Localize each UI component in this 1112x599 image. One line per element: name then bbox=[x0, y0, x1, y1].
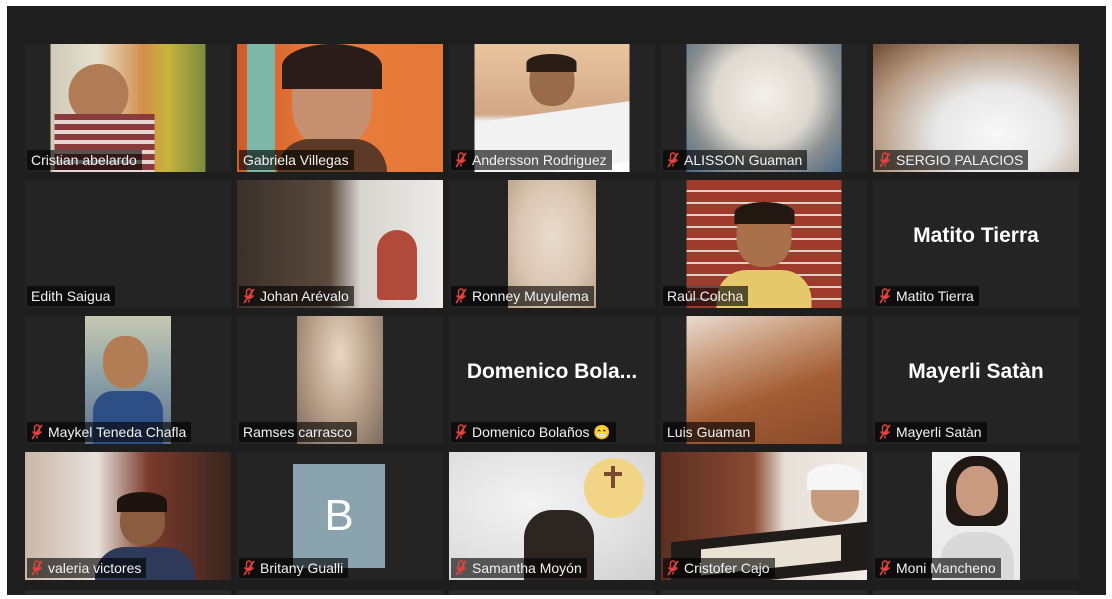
participant-name: Moni Mancheno bbox=[896, 560, 996, 576]
participant-tile[interactable]: Moni Mancheno bbox=[873, 452, 1079, 580]
participant-name: Maykel Teneda Chafla bbox=[48, 424, 187, 440]
participant-name: Britany Gualli bbox=[260, 560, 344, 576]
participant-name: Domenico Bolaños 😁 bbox=[472, 424, 611, 440]
mic-muted-icon bbox=[243, 560, 255, 576]
participant-name: Cristian abelardo bbox=[31, 152, 137, 168]
participant-tile[interactable]: Edith Saigua bbox=[25, 180, 231, 308]
mic-muted-icon bbox=[879, 288, 891, 304]
participant-tile[interactable]: Mayerli Satàn Mayerli Satàn bbox=[873, 316, 1079, 444]
name-label: SERGIO PALACIOS bbox=[875, 150, 1029, 170]
participant-name: Ronney Muyulema bbox=[472, 288, 589, 304]
next-row-strip bbox=[25, 590, 1085, 595]
avatar: B bbox=[293, 464, 385, 568]
name-label: Matito Tierra bbox=[875, 286, 979, 306]
participant-tile[interactable]: Matito Tierra Matito Tierra bbox=[873, 180, 1079, 308]
participant-tile-active-speaker[interactable]: Gabriela Villegas bbox=[237, 44, 443, 172]
name-label: Samantha Moyón bbox=[451, 558, 587, 578]
participant-tile[interactable]: Johan Arévalo bbox=[237, 180, 443, 308]
name-label: Domenico Bolaños 😁 bbox=[451, 422, 616, 442]
mic-muted-icon bbox=[243, 288, 255, 304]
participant-tile[interactable]: Ramses carrasco bbox=[237, 316, 443, 444]
participant-tile[interactable]: SERGIO PALACIOS bbox=[873, 44, 1079, 172]
participant-name: Luis Guaman bbox=[667, 424, 751, 440]
participant-name: Johan Arévalo bbox=[260, 288, 349, 304]
name-label: Ramses carrasco bbox=[239, 422, 357, 442]
mic-muted-icon bbox=[879, 560, 891, 576]
gallery-grid: Cristian abelardo Gabriela Villegas Ande… bbox=[25, 44, 1079, 580]
participant-name: Raúl Colcha bbox=[667, 288, 744, 304]
name-label: Edith Saigua bbox=[27, 286, 116, 306]
participant-tile[interactable]: Andersson Rodriguez bbox=[449, 44, 655, 172]
participant-tile[interactable]: Cristian abelardo bbox=[25, 44, 231, 172]
name-label: Cristian abelardo bbox=[27, 150, 142, 170]
mic-muted-icon bbox=[455, 288, 467, 304]
name-label: Cristofer Cajo bbox=[663, 558, 775, 578]
participant-tile[interactable]: Ronney Muyulema bbox=[449, 180, 655, 308]
name-label: Gabriela Villegas bbox=[239, 150, 354, 170]
participant-tile[interactable]: Cristofer Cajo bbox=[661, 452, 867, 580]
participant-name: Cristofer Cajo bbox=[684, 560, 770, 576]
participant-display-name: Mayerli Satàn bbox=[908, 360, 1044, 383]
participant-tile[interactable]: ALISSON Guaman bbox=[661, 44, 867, 172]
participant-display-name: Domenico Bola... bbox=[466, 360, 638, 383]
name-label: Luis Guaman bbox=[663, 422, 756, 442]
mic-muted-icon bbox=[31, 424, 43, 440]
mic-muted-icon bbox=[879, 424, 891, 440]
mic-muted-icon bbox=[455, 560, 467, 576]
name-label: Johan Arévalo bbox=[239, 286, 354, 306]
participant-name: Matito Tierra bbox=[896, 288, 974, 304]
mic-muted-icon bbox=[667, 152, 679, 168]
name-label: Moni Mancheno bbox=[875, 558, 1001, 578]
mic-muted-icon bbox=[455, 152, 467, 168]
participant-tile[interactable]: Samantha Moyón bbox=[449, 452, 655, 580]
name-label: Britany Gualli bbox=[239, 558, 349, 578]
participant-name: ALISSON Guaman bbox=[684, 152, 803, 168]
participant-name: valeria victores bbox=[48, 560, 142, 576]
participant-tile[interactable]: B Britany Gualli bbox=[237, 452, 443, 580]
mic-muted-icon bbox=[879, 152, 891, 168]
name-label: Ronney Muyulema bbox=[451, 286, 594, 306]
name-label: ALISSON Guaman bbox=[663, 150, 808, 170]
participant-tile[interactable]: Raúl Colcha bbox=[661, 180, 867, 308]
participant-tile[interactable]: valeria victores bbox=[25, 452, 231, 580]
participant-name: SERGIO PALACIOS bbox=[896, 152, 1024, 168]
participant-tile[interactable]: Luis Guaman bbox=[661, 316, 867, 444]
name-label: Raúl Colcha bbox=[663, 286, 749, 306]
name-label: Maykel Teneda Chafla bbox=[27, 422, 192, 442]
mic-muted-icon bbox=[667, 560, 679, 576]
name-label: Mayerli Satàn bbox=[875, 422, 987, 442]
participant-name: Andersson Rodriguez bbox=[472, 152, 607, 168]
participant-name: Ramses carrasco bbox=[243, 424, 352, 440]
name-label: Andersson Rodriguez bbox=[451, 150, 612, 170]
participant-name: Edith Saigua bbox=[31, 288, 111, 304]
participant-name: Samantha Moyón bbox=[472, 560, 582, 576]
participant-display-name: Matito Tierra bbox=[913, 224, 1039, 247]
participant-name: Mayerli Satàn bbox=[896, 424, 982, 440]
participant-name: Gabriela Villegas bbox=[243, 152, 349, 168]
mic-muted-icon bbox=[31, 560, 43, 576]
name-label: valeria victores bbox=[27, 558, 147, 578]
mic-muted-icon bbox=[455, 424, 467, 440]
participant-tile[interactable]: Domenico Bola... Domenico Bolaños 😁 bbox=[449, 316, 655, 444]
participant-tile[interactable]: Maykel Teneda Chafla bbox=[25, 316, 231, 444]
